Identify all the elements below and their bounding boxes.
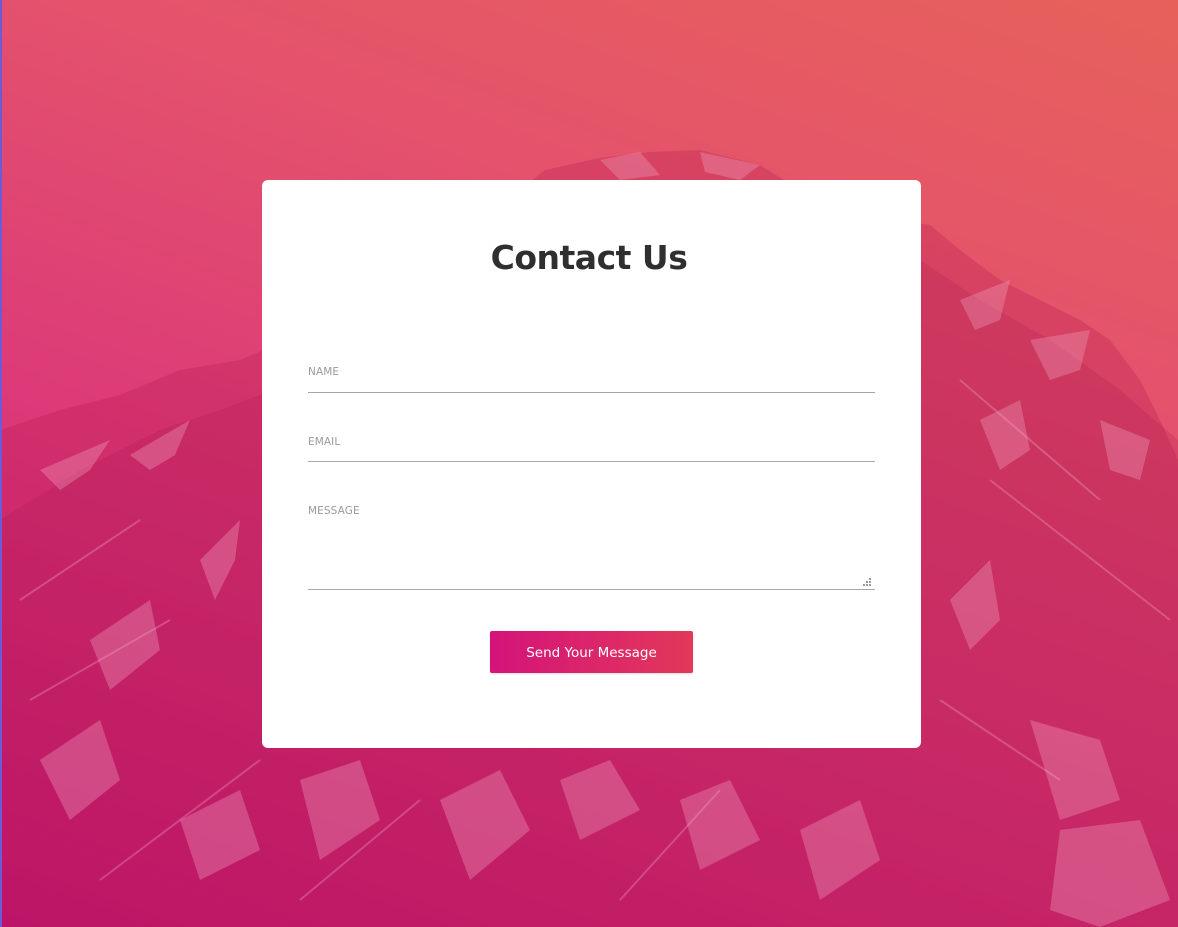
email-field-label: EMAIL — [308, 436, 341, 448]
resize-grip-icon[interactable] — [863, 578, 872, 587]
window-left-edge — [0, 0, 2, 927]
message-field[interactable]: MESSAGE — [308, 505, 875, 590]
send-message-button[interactable]: Send Your Message — [490, 631, 693, 673]
message-field-label: MESSAGE — [308, 505, 360, 517]
page-title: Contact Us — [490, 238, 688, 277]
email-field[interactable]: EMAIL — [308, 436, 875, 462]
name-field-label: NAME — [308, 366, 340, 378]
name-field[interactable]: NAME — [308, 366, 875, 393]
